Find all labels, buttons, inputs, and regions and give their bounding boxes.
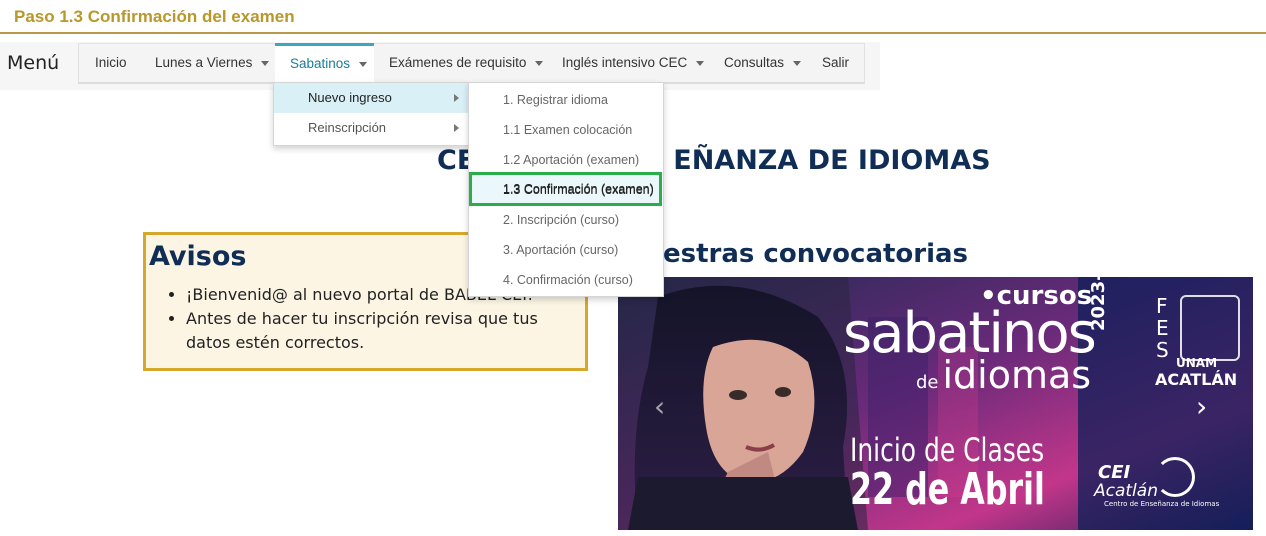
caret-down-icon — [359, 61, 368, 67]
banner-idiomas: idiomas — [942, 353, 1092, 397]
submenu-item-examen-colocacion[interactable]: 1.1 Examen colocación — [469, 115, 663, 145]
submenu-item-aportacion-examen[interactable]: 1.2 Aportación (examen) — [469, 145, 663, 175]
carousel-prev-icon[interactable]: ‹ — [654, 390, 665, 423]
banner-campus: ACATLÁN — [1155, 370, 1238, 389]
nav-ingles-intensivo[interactable]: Inglés intensivo CEC — [562, 44, 705, 82]
menu-item-label: Reinscripción — [308, 120, 387, 135]
nav-sabatinos-label: Sabatinos — [290, 56, 351, 71]
menu-item-label: Nuevo ingreso — [308, 90, 392, 105]
nav-sabatinos[interactable]: Sabatinos — [275, 43, 374, 82]
submenu-item-aportacion-curso[interactable]: 3. Aportación (curso) — [469, 235, 663, 265]
submenu-item-registrar-idioma[interactable]: 1. Registrar idioma — [469, 85, 663, 115]
banner-unam: UNAM — [1176, 356, 1218, 370]
nav-salir-label: Salir — [822, 55, 850, 70]
caret-down-icon — [261, 60, 270, 66]
convocatorias-carousel[interactable]: ‹ › •cursos sabatinos de idiomas 2023-2 F… — [618, 277, 1253, 530]
banner-fes: FES — [1156, 294, 1169, 362]
carousel-next-icon[interactable]: › — [1196, 390, 1207, 423]
convocatorias-heading: estras convocatorias — [663, 239, 969, 269]
banner-year: 2023-2 — [1088, 277, 1109, 331]
submenu-item-label: 1.2 Aportación (examen) — [503, 153, 640, 167]
chevron-right-icon — [454, 94, 459, 102]
nav-consultas[interactable]: Consultas — [724, 44, 802, 82]
sabatinos-dropdown: Nuevo ingreso Reinscripción — [273, 82, 470, 146]
unam-seal-icon — [1180, 295, 1240, 361]
cei-logo-icon — [1155, 457, 1195, 497]
nav-examenes-label: Exámenes de requisito — [389, 55, 527, 70]
banner-cei-logo: CEI — [1098, 462, 1131, 483]
caret-down-icon — [793, 60, 802, 66]
submenu-item-label: 3. Aportación (curso) — [503, 243, 619, 257]
avisos-title: Avisos — [149, 241, 247, 272]
menu-item-nuevo-ingreso[interactable]: Nuevo ingreso — [274, 83, 469, 113]
submenu-item-label: 1. Registrar idioma — [503, 93, 608, 107]
submenu-item-label: 1.1 Examen colocación — [503, 123, 633, 137]
caret-down-icon — [696, 60, 705, 66]
banner-de: de — [916, 372, 939, 393]
banner-line3: de idiomas — [916, 353, 1091, 397]
submenu-item-inscripcion-curso[interactable]: 2. Inscripción (curso) — [469, 205, 663, 235]
nav-lunes-a-viernes[interactable]: Lunes a Viernes — [155, 44, 270, 82]
page-title: Paso 1.3 Confirmación del examen — [14, 7, 295, 26]
menu-label: Menú — [7, 52, 60, 74]
nav-lunes-label: Lunes a Viernes — [155, 55, 253, 70]
nav-salir[interactable]: Salir — [822, 44, 849, 82]
submenu-item-label: 1.3 Confirmación (examen) — [503, 183, 654, 197]
main-navbar: Inicio Lunes a Viernes Sabatinos Exámene… — [78, 43, 865, 84]
caret-down-icon — [535, 60, 544, 66]
menu-item-reinscripcion[interactable]: Reinscripción — [274, 113, 469, 143]
banner-cei-name: Acatlán — [1094, 481, 1158, 501]
nav-consultas-label: Consultas — [724, 55, 785, 70]
title-divider — [0, 32, 1266, 34]
submenu-item-confirmacion-curso[interactable]: 4. Confirmación (curso) — [469, 265, 663, 295]
nav-examenes-requisito[interactable]: Exámenes de requisito — [389, 44, 544, 82]
chevron-right-icon — [454, 124, 459, 132]
submenu-item-label: 4. Confirmación (curso) — [503, 273, 633, 287]
nav-inicio[interactable]: Inicio — [95, 44, 127, 82]
submenu-item-label: 2. Inscripción (curso) — [503, 213, 620, 227]
nav-inicio-label: Inicio — [95, 55, 127, 70]
heading-right: EÑANZA DE IDIOMAS — [673, 145, 991, 176]
banner-cei-sub: Centro de Enseñanza de Idiomas — [1104, 500, 1220, 508]
aviso-item: Antes de hacer tu inscripción revisa que… — [186, 307, 586, 355]
banner-start-date: 22 de Abril — [850, 464, 1045, 515]
nav-ingles-label: Inglés intensivo CEC — [562, 55, 688, 70]
